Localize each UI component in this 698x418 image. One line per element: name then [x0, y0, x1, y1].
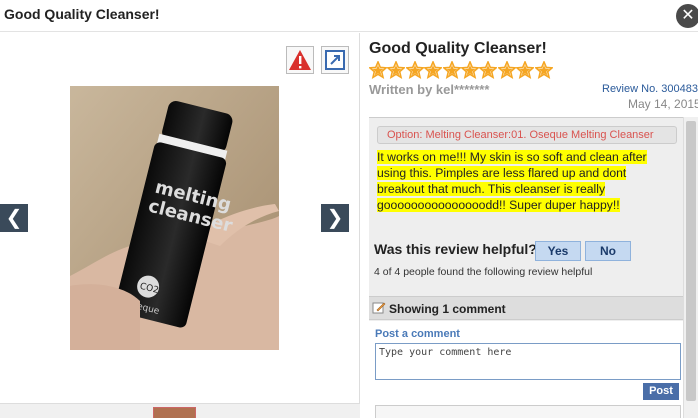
star-icon	[497, 61, 516, 79]
comment-form: Post a comment Type your comment here Po…	[369, 321, 684, 418]
star-icon	[460, 61, 479, 79]
next-photo-button[interactable]: ❯	[321, 204, 349, 232]
expand-button[interactable]	[321, 46, 349, 74]
chevron-left-icon: ❮	[5, 207, 23, 229]
thumbnail-strip	[0, 403, 360, 418]
review-photo-image: melting cleanser CO2 oseque	[70, 86, 279, 350]
star-icon	[369, 61, 387, 79]
product-option: Option: Melting Cleanser:01. Oseque Melt…	[377, 126, 677, 144]
window-title: Good Quality Cleanser!	[4, 6, 160, 22]
post-comment-label: Post a comment	[375, 328, 460, 340]
helpful-no-button[interactable]: No	[585, 241, 631, 261]
star-icon	[479, 61, 498, 79]
review-body-text: It works on me!!! My skin is so soft and…	[377, 150, 647, 212]
star-rating	[369, 61, 553, 79]
star-icon	[534, 61, 553, 79]
comments-count: Showing 1 comment	[389, 302, 506, 316]
chevron-right-icon: ❯	[326, 207, 344, 229]
scrollbar-thumb[interactable]	[686, 121, 696, 401]
comment-list	[375, 405, 681, 418]
close-icon: ✕	[681, 7, 695, 24]
star-icon	[442, 61, 461, 79]
photo-thumbnail[interactable]	[153, 407, 196, 418]
warning-icon	[289, 50, 311, 70]
comment-input[interactable]: Type your comment here	[375, 343, 681, 380]
prev-photo-button[interactable]: ❮	[0, 204, 28, 232]
review-content: Option: Melting Cleanser:01. Oseque Melt…	[369, 117, 698, 418]
review-title: Good Quality Cleanser!	[369, 40, 547, 57]
close-button[interactable]: ✕	[676, 4, 698, 28]
review-panel: Good Quality Cleanser! Written by kel***…	[361, 33, 698, 418]
star-icon	[516, 61, 535, 79]
helpful-count: 4 of 4 people found the following review…	[374, 266, 593, 278]
review-author: Written by kel*******	[369, 82, 490, 97]
review-scrollbar[interactable]	[683, 117, 698, 418]
helpful-question: Was this review helpful?	[374, 241, 537, 257]
comments-header[interactable]: Showing 1 comment	[369, 296, 684, 320]
report-button[interactable]	[286, 46, 314, 74]
review-body: It works on me!!! My skin is so soft and…	[377, 149, 667, 213]
expand-icon	[325, 50, 345, 70]
helpful-yes-button[interactable]: Yes	[535, 241, 581, 261]
review-number[interactable]: Review No. 3004833	[602, 83, 698, 95]
post-button[interactable]: Post	[643, 383, 679, 400]
review-date: May 14, 2015	[628, 97, 698, 111]
star-icon	[424, 61, 443, 79]
review-photo: melting cleanser CO2 oseque	[70, 86, 279, 350]
star-icon	[387, 61, 406, 79]
window-titlebar: Good Quality Cleanser! ✕	[0, 0, 698, 32]
pencil-icon	[372, 302, 386, 314]
photo-gallery: ❮ melting cleanser CO2 oseque ❯	[0, 33, 360, 418]
star-icon	[405, 61, 424, 79]
